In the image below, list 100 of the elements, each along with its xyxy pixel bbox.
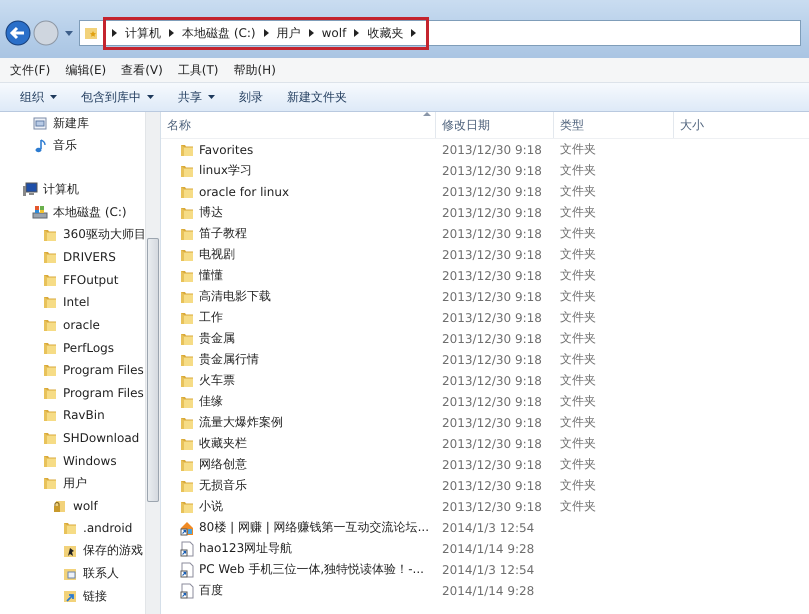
nav-item[interactable]: oracle [63,318,100,332]
nav-item[interactable]: DRIVERS [63,250,116,264]
nav-item[interactable]: 链接 [83,588,107,605]
folder-icon [42,362,58,378]
nav-item[interactable]: 音乐 [53,137,77,154]
nav-item[interactable]: PerfLogs [63,340,114,355]
type-cell: 文件夹 [560,141,596,158]
file-name[interactable]: 无损音乐 [199,477,247,494]
nav-item[interactable]: Program Files [63,363,144,378]
date-cell: 2013/12/30 9:18 [442,184,542,198]
file-name[interactable]: 工作 [199,309,223,326]
toolbar-button[interactable]: 包含到库中 [71,86,164,108]
nav-item[interactable]: 保存的游戏 [83,542,143,560]
type-cell: 文件夹 [560,330,596,347]
computer-icon [22,181,38,198]
date-cell: 2013/12/30 9:18 [442,416,542,430]
date-cell: 2013/12/30 9:18 [442,374,542,388]
nav-item[interactable]: 360驱动大师目 [63,226,145,244]
chevron-icon[interactable] [354,29,360,37]
nav-item[interactable]: FFOutput [63,272,118,287]
back-button[interactable] [5,20,31,46]
column-header[interactable]: 大小 [674,112,809,138]
scrollbar[interactable] [145,112,160,614]
scrollbar-thumb[interactable] [147,238,159,502]
nav-item[interactable]: wolf [73,498,98,513]
date-cell: 2013/12/30 9:18 [442,352,542,366]
file-name[interactable]: hao123网址导航 [199,540,292,557]
date-cell: 2013/12/30 9:18 [442,164,542,178]
file-name[interactable]: linux学习 [199,162,252,179]
chevron-icon[interactable] [169,29,174,37]
house-shortcut-icon [179,520,195,536]
date-cell: 2013/12/30 9:18 [442,310,542,324]
file-name[interactable]: 小说 [199,498,223,515]
chevron-icon[interactable] [308,29,314,37]
menu-item[interactable]: 帮助(H) [234,62,276,78]
breadcrumb[interactable]: 计算机 [125,24,161,42]
nav-item[interactable]: Program Files [63,386,144,400]
menu-item[interactable]: 文件(F) [10,62,50,78]
toolbar-button[interactable]: 组织 [10,86,67,108]
file-name[interactable]: oracle for linux [199,184,290,198]
menu-item[interactable]: 编辑(E) [65,62,106,78]
file-name[interactable]: 博达 [199,204,223,221]
file-name[interactable]: 收藏夹栏 [199,435,247,452]
nav-item[interactable]: Intel [63,295,90,310]
nav-item[interactable]: 联系人 [83,565,119,582]
toolbar-button[interactable]: 刻录 [229,86,273,108]
file-name[interactable]: 电视剧 [199,246,235,263]
file-name[interactable]: Favorites [199,142,254,156]
nav-item[interactable]: Windows [63,454,117,468]
column-header[interactable]: 名称 [161,112,436,138]
library-icon [32,115,48,132]
nav-item[interactable]: RavBin [63,408,105,422]
date-cell: 2013/12/30 9:18 [442,248,542,262]
type-cell: 文件夹 [560,393,596,410]
toolbar-button[interactable]: 共享 [168,86,225,108]
file-name[interactable]: 贵金属行情 [199,351,259,368]
chevron-icon[interactable] [264,29,269,37]
caret-icon [50,95,57,99]
nav-item[interactable]: 新建库 [53,114,89,132]
file-name[interactable]: 高清电影下载 [199,288,271,305]
toolbar-button[interactable]: 新建文件夹 [277,86,357,108]
file-name[interactable]: 贵金属 [199,330,235,347]
file-name[interactable]: 网络创意 [199,456,247,473]
chevron-icon[interactable] [112,29,117,37]
file-name[interactable]: 火车票 [199,372,235,389]
type-cell: 文件夹 [560,183,596,200]
type-cell: 文件夹 [560,414,596,431]
column-header[interactable]: 类型 [554,112,674,138]
type-cell: 文件夹 [560,309,596,326]
breadcrumb[interactable]: wolf [322,26,346,40]
file-name[interactable]: 百度 [199,582,223,599]
type-cell: 文件夹 [560,372,596,389]
file-name[interactable]: 懂懂 [199,267,223,284]
nav-item[interactable]: .android [83,521,132,536]
date-cell: 2014/1/3 12:54 [442,562,534,576]
chevron-icon[interactable] [411,29,416,37]
caret-icon [147,95,154,99]
file-name[interactable]: PC Web 手机三位一体,独特悦读体验！-... [199,561,424,578]
type-cell: 文件夹 [560,204,596,221]
nav-item[interactable]: SHDownload [63,431,140,446]
file-name[interactable]: 佳缘 [199,393,223,410]
nav-item[interactable]: 用户 [63,474,87,492]
breadcrumb[interactable]: 收藏夹 [367,24,404,42]
breadcrumb[interactable]: 用户 [276,24,301,42]
menu-item[interactable]: 查看(V) [121,62,163,78]
file-name[interactable]: 80楼 | 网赚 | 网络赚钱第一互动交流论坛... [199,519,430,536]
file-name[interactable]: 笛子教程 [199,225,247,242]
menu-item[interactable]: 工具(T) [178,62,218,78]
type-cell: 文件夹 [560,498,596,515]
date-cell: 2014/1/14 9:28 [442,542,534,556]
date-cell: 2014/1/14 9:28 [442,584,534,598]
nav-item[interactable]: 计算机 [43,180,79,198]
folder-icon [42,317,58,334]
folder-icon [42,475,58,492]
column-header[interactable]: 修改日期 [436,112,554,138]
dropdown-icon[interactable] [65,30,73,36]
nav-item[interactable]: 本地磁盘 (C:) [53,204,127,221]
folder-icon [42,430,58,446]
file-name[interactable]: 流量大爆炸案例 [199,414,283,431]
breadcrumb[interactable]: 本地磁盘 (C:) [182,24,256,42]
